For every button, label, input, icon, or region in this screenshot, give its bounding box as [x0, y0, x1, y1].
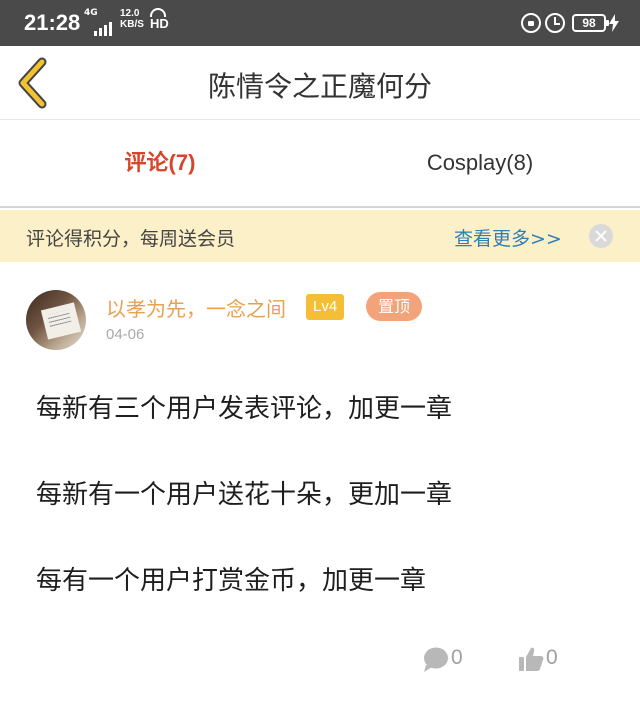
tab-bar: 评论(7) Cosplay(8): [0, 121, 640, 208]
promo-banner: 评论得积分，每周送会员 查看更多>>: [0, 210, 640, 262]
comment-text-line: 每有一个用户打赏金币，加更一章: [36, 566, 427, 596]
network-speed-value: 12.0: [120, 8, 140, 19]
page-title: 陈情令之正魔何分: [207, 70, 432, 103]
comment-date: 04-06: [106, 326, 145, 343]
banner-text: 评论得积分，每周送会员: [26, 228, 236, 250]
status-bar: 21:28 4G 12.0 KB/S HD 98: [0, 0, 640, 46]
tab-comments[interactable]: 评论(7): [0, 121, 320, 206]
rotation-lock-icon: [521, 13, 541, 33]
like-count: 0: [546, 646, 558, 669]
comment-username[interactable]: 以孝为先，一念之间: [106, 293, 286, 322]
comment-text-line: 每新有一个用户送花十朵，更加一章: [36, 480, 453, 510]
network-type: 4G: [84, 8, 98, 18]
charging-icon: [609, 14, 619, 32]
header: 陈情令之正魔何分: [0, 46, 640, 120]
status-time: 21:28: [24, 10, 81, 35]
reply-count: 0: [451, 646, 463, 669]
level-badge: Lv4: [306, 294, 345, 320]
signal-icon: 4G: [84, 8, 124, 38]
hd-label: HD: [150, 16, 169, 31]
battery-icon: 98: [572, 14, 609, 32]
alarm-icon: [545, 13, 565, 33]
reply-button[interactable]: 0: [423, 644, 469, 674]
like-button[interactable]: 0: [518, 644, 564, 674]
pinned-badge: 置顶: [366, 292, 423, 321]
network-speed-unit: KB/S: [120, 19, 144, 30]
thumbs-up-icon: [519, 647, 544, 671]
comment-bubble-icon: [424, 647, 448, 672]
comment-text-line: 每新有三个用户发表评论，加更一章: [36, 394, 453, 424]
tab-cosplay[interactable]: Cosplay(8): [320, 121, 640, 206]
network-speed: 12.0 KB/S: [120, 8, 144, 30]
see-more-link[interactable]: 查看更多>>: [454, 224, 562, 251]
avatar[interactable]: [26, 290, 86, 350]
close-icon[interactable]: [589, 224, 613, 248]
